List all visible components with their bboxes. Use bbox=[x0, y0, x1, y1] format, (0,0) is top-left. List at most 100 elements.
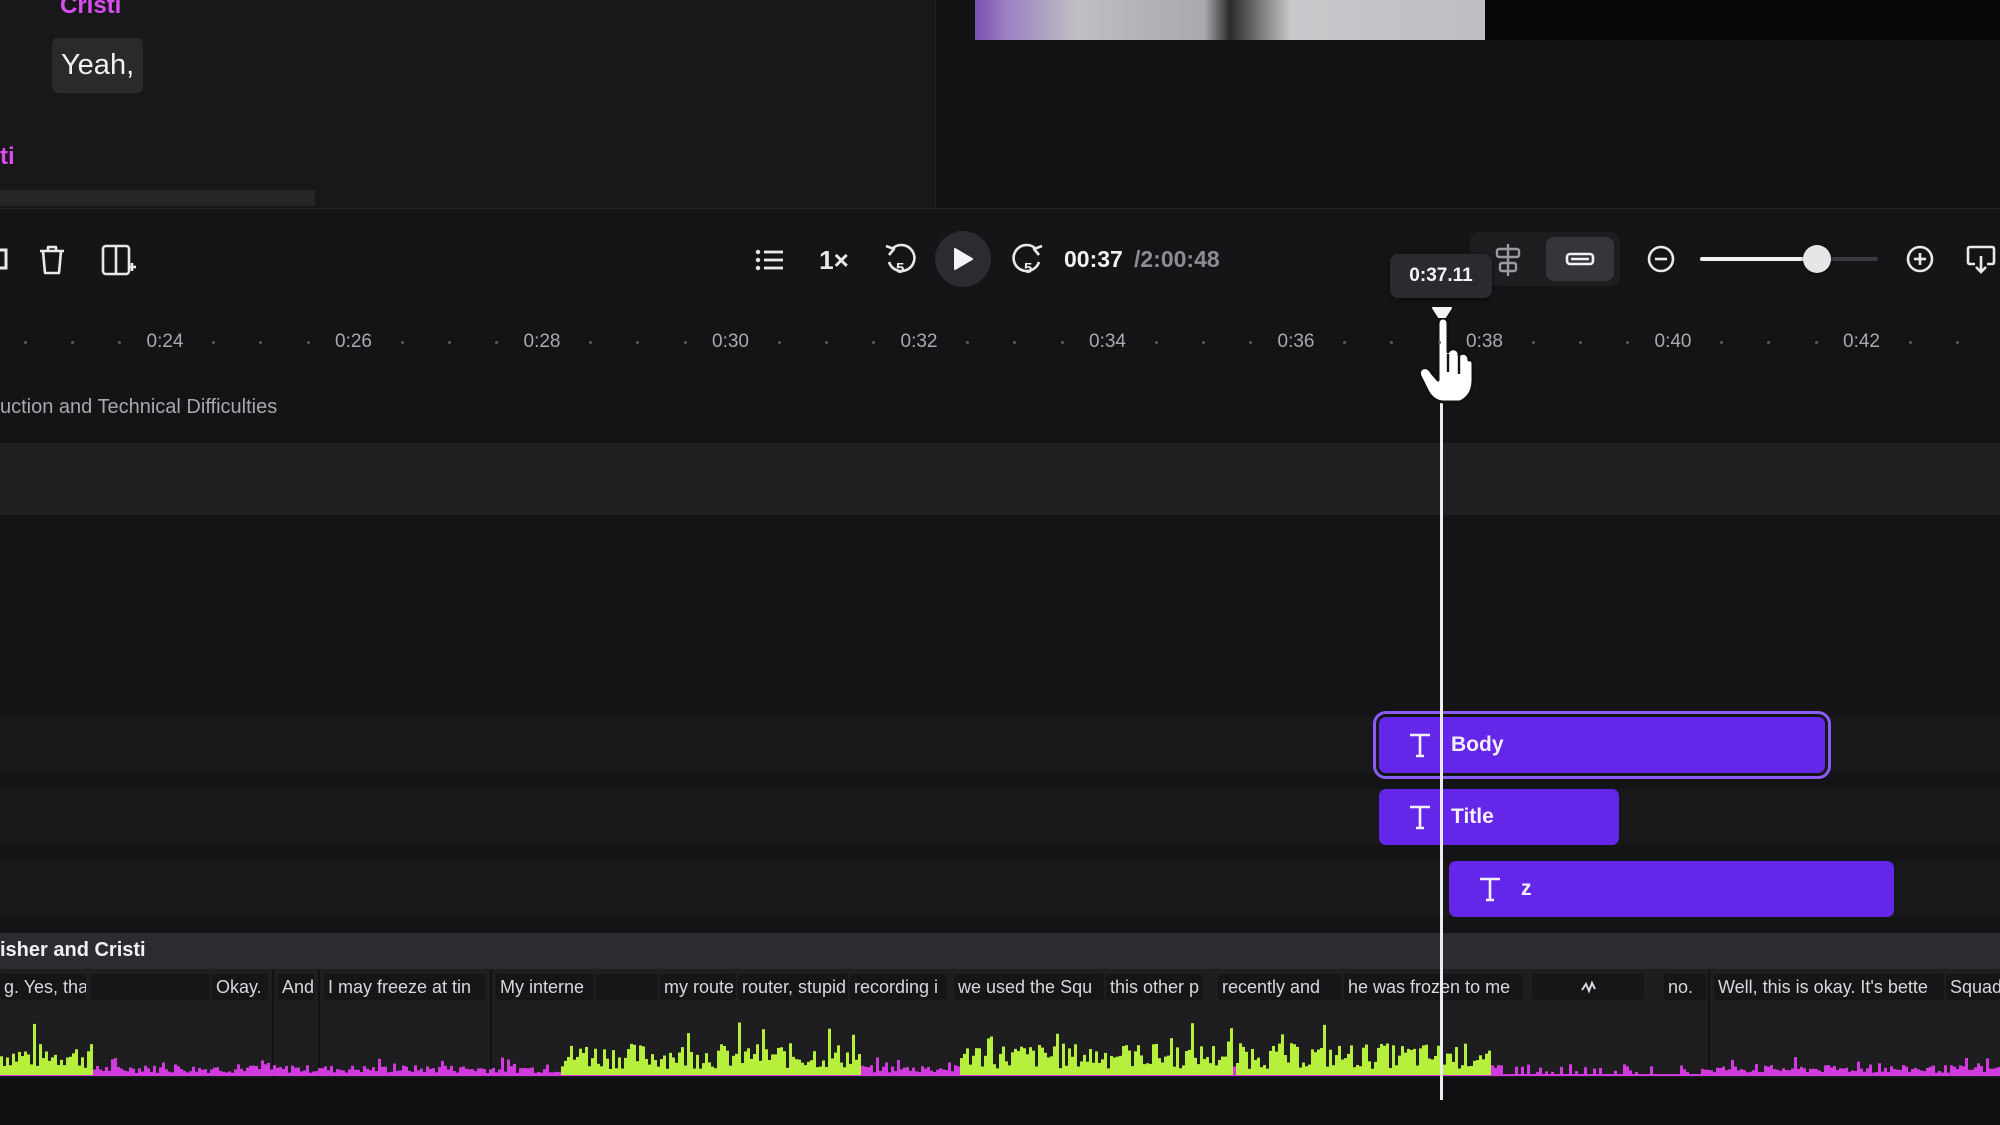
transcript-word[interactable]: my route bbox=[660, 974, 736, 1000]
playhead-time-tooltip: 0:37.11 bbox=[1390, 254, 1492, 298]
clip-label: z bbox=[1521, 877, 1532, 900]
ruler-tick-dot bbox=[118, 341, 121, 344]
transcript-word[interactable]: I may freeze at tin bbox=[324, 974, 486, 1000]
play-button[interactable] bbox=[935, 231, 991, 287]
clip-label: Title bbox=[1451, 805, 1494, 828]
chapter-title[interactable]: uction and Technical Difficulties bbox=[0, 396, 277, 419]
rewind-icon: 5 bbox=[885, 243, 916, 277]
text-clip-z[interactable]: z bbox=[1449, 861, 1894, 917]
play-icon bbox=[954, 248, 973, 270]
timeline-bottom-strip bbox=[0, 1078, 2000, 1125]
ruler-tick-label: 0:40 bbox=[1654, 331, 1692, 352]
ruler-tick-label: 0:38 bbox=[1466, 331, 1503, 352]
ruler-tick-dot bbox=[1249, 341, 1252, 344]
skip-forward-button[interactable]: 5 bbox=[1008, 238, 1048, 282]
ruler-tick-dot bbox=[1955, 341, 1959, 344]
transcript-word[interactable]: Okay. bbox=[212, 974, 268, 1000]
transcript-word[interactable]: Squad bbox=[1946, 974, 2000, 1000]
zoom-in-icon bbox=[1906, 245, 1934, 273]
ruler-tick-dot bbox=[872, 341, 875, 344]
total-duration: /2:00:48 bbox=[1134, 246, 1220, 272]
compact-view-button[interactable] bbox=[1546, 237, 1614, 281]
transcript-word[interactable] bbox=[90, 974, 210, 1000]
transcript-word[interactable] bbox=[596, 974, 658, 1000]
playhead[interactable] bbox=[1440, 310, 1443, 1100]
transcript-word[interactable]: Well, this is okay. It's bette bbox=[1714, 974, 1944, 1000]
video-frame-right bbox=[1485, 0, 2000, 40]
layout-add-icon bbox=[101, 244, 136, 276]
chapters-list-button[interactable] bbox=[754, 242, 784, 278]
video-frame-left bbox=[975, 0, 1485, 40]
ruler-tick-dot bbox=[1060, 341, 1064, 344]
pause-marker[interactable] bbox=[1532, 974, 1644, 1000]
transcript-word[interactable]: router, stupid bbox=[738, 974, 848, 1000]
audio-track-header[interactable] bbox=[0, 933, 2000, 969]
timeline-ruler[interactable] bbox=[0, 306, 2000, 378]
skip-back-seconds: 5 bbox=[896, 260, 904, 277]
track-lane[interactable] bbox=[0, 789, 2000, 845]
ruler-tick-label: 0:26 bbox=[335, 331, 372, 352]
wave-pause-icon bbox=[1581, 980, 1596, 994]
download-screen-icon bbox=[1966, 245, 1996, 274]
transcript-word[interactable]: And bbox=[278, 974, 314, 1000]
ruler-tick-dot bbox=[824, 341, 828, 344]
ruler-tick-dot bbox=[683, 341, 687, 344]
ruler-tick-dot bbox=[1767, 341, 1770, 344]
text-clip-body[interactable]: Body bbox=[1373, 711, 1831, 779]
zoom-out-button[interactable] bbox=[1644, 242, 1678, 276]
ruler-tick-dot bbox=[1390, 341, 1393, 344]
transcript-panel bbox=[0, 0, 936, 208]
ruler-tick-dot bbox=[1201, 341, 1205, 344]
audio-waveform bbox=[0, 1022, 2000, 1076]
ruler-tick-dot bbox=[1437, 341, 1441, 344]
speaker-name-partial[interactable]: ti bbox=[0, 143, 15, 171]
ruler-tick-dot bbox=[777, 341, 781, 344]
ruler-tick-dot bbox=[1531, 341, 1535, 344]
add-layout-button[interactable] bbox=[98, 240, 138, 280]
transcript-word[interactable]: no. bbox=[1664, 974, 1706, 1000]
zoom-in-button[interactable] bbox=[1903, 242, 1937, 276]
export-button[interactable] bbox=[1964, 242, 1998, 276]
ruler-tick-dot bbox=[1908, 341, 1912, 344]
transcript-word[interactable]: g. Yes, tha bbox=[0, 974, 86, 1000]
ruler-tick-dot bbox=[447, 341, 451, 344]
ruler-tick-dot bbox=[1013, 341, 1016, 344]
skip-back-button[interactable]: 5 bbox=[880, 238, 920, 282]
skip-forward-seconds: 5 bbox=[1024, 260, 1032, 277]
transcript-word[interactable]: this other p bbox=[1106, 974, 1202, 1000]
transcript-word[interactable]: we used the Squ bbox=[954, 974, 1104, 1000]
zoom-out-icon bbox=[1647, 245, 1675, 273]
transcript-scrollbar[interactable] bbox=[0, 190, 315, 206]
chapter-track[interactable] bbox=[0, 443, 2000, 515]
transcript-word[interactable]: recording i bbox=[850, 974, 946, 1000]
playback-speed-button[interactable]: 1× bbox=[816, 240, 852, 280]
ruler-tick-label: 0:34 bbox=[1089, 331, 1126, 352]
ruler-tick-label: 0:28 bbox=[523, 331, 561, 352]
current-time: 00:37 bbox=[1064, 246, 1123, 272]
text-clip-title[interactable]: Title bbox=[1379, 789, 1619, 845]
zoom-slider-fill bbox=[1700, 257, 1818, 261]
ruler-tick-label: 0:42 bbox=[1843, 331, 1880, 352]
ruler-tick-dot bbox=[212, 341, 215, 344]
transcript-caption[interactable]: Yeah, bbox=[52, 38, 144, 93]
ruler-tick-dot bbox=[23, 341, 27, 344]
ruler-tick-dot bbox=[966, 341, 969, 344]
ruler-tick-dot bbox=[70, 341, 74, 344]
fast-forward-icon: 5 bbox=[1012, 243, 1043, 277]
ruler-tick-dot bbox=[495, 341, 498, 344]
speaker-name[interactable]: Cristi bbox=[60, 0, 121, 20]
transcript-word[interactable]: he was frozen to me bbox=[1344, 974, 1522, 1000]
align-center-icon bbox=[1495, 244, 1521, 276]
ruler-tick-dot bbox=[1626, 341, 1629, 344]
toolbar-edge-icon[interactable] bbox=[0, 244, 8, 274]
ruler-tick-dot bbox=[259, 341, 262, 344]
ruler-tick-dot bbox=[1578, 341, 1582, 344]
delete-button[interactable] bbox=[34, 240, 70, 280]
text-type-icon bbox=[1471, 876, 1509, 902]
expanded-view-button[interactable] bbox=[1490, 240, 1526, 280]
transcript-word[interactable]: recently and bbox=[1218, 974, 1342, 1000]
ruler-tick-dot bbox=[589, 341, 592, 344]
text-type-icon bbox=[1401, 732, 1439, 758]
ruler-tick-dot bbox=[1814, 341, 1818, 344]
transcript-word[interactable]: My interne bbox=[496, 974, 594, 1000]
